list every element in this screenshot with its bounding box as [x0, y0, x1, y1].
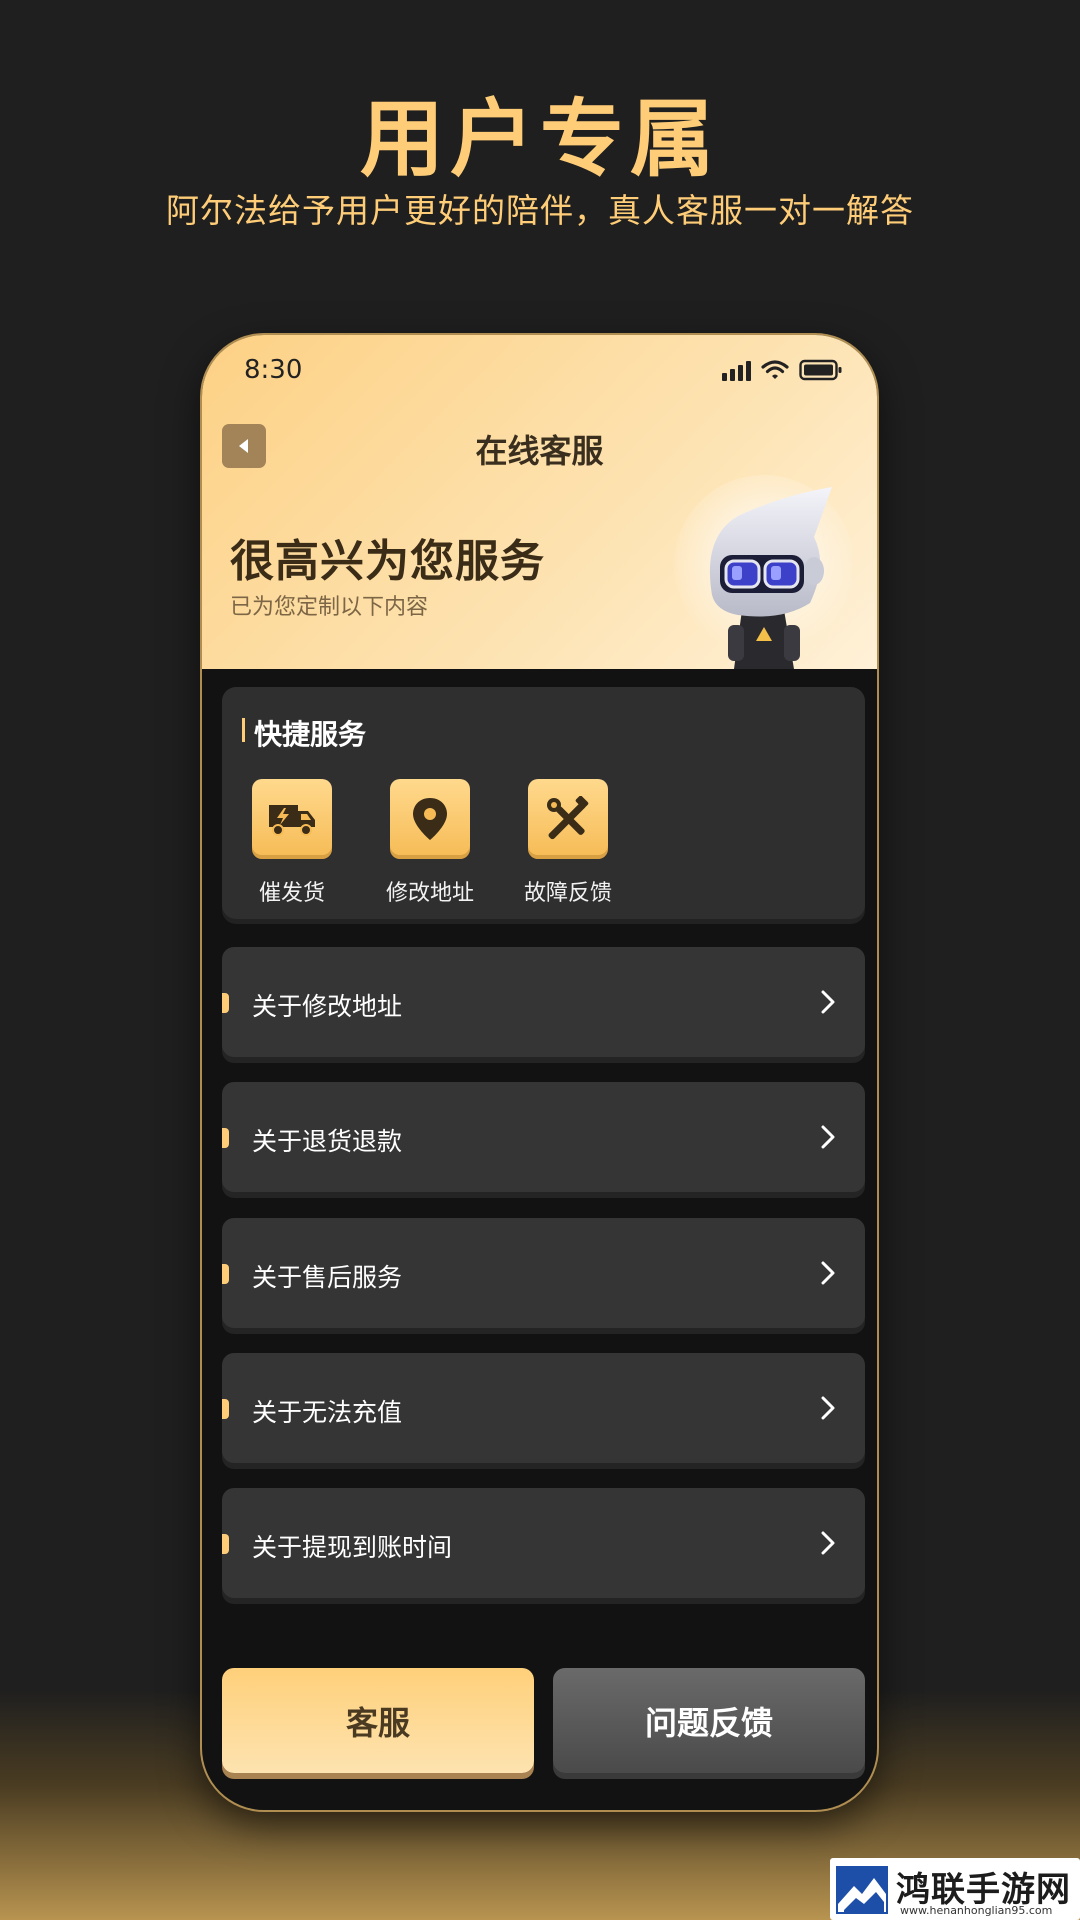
feedback-button[interactable]: 问题反馈: [553, 1668, 865, 1773]
watermark-url: www.henanhonglian95.com: [900, 1904, 1053, 1917]
faq-accent-bar: [222, 1128, 229, 1148]
faq-item-label: 关于售后服务: [252, 1263, 403, 1292]
quick-services-card: 快捷服务 催发货 修改地址 故障反馈: [222, 687, 865, 919]
status-icons: [722, 357, 843, 381]
quick-action-label: 催发货: [258, 881, 325, 906]
watermark-logo-icon: [836, 1866, 888, 1914]
faq-item-label: 关于无法充值: [252, 1398, 403, 1427]
faq-accent-bar: [222, 1399, 229, 1419]
welcome-title: 很高兴为您服务: [230, 536, 545, 587]
signal-icon: [722, 361, 751, 381]
faq-item-label: 关于修改地址: [252, 992, 403, 1021]
quick-action-label: 故障反馈: [523, 881, 612, 906]
status-time: 8:30: [244, 355, 303, 385]
welcome-subtitle: 已为您定制以下内容: [230, 595, 429, 620]
faq-item-label: 关于退货退款: [252, 1127, 403, 1156]
page-headline: 用户专属: [359, 90, 720, 188]
quick-action-change-address[interactable]: 修改地址: [380, 779, 480, 907]
quick-services-title: 快捷服务: [242, 713, 366, 753]
wifi-icon: [761, 359, 789, 381]
faq-accent-bar: [222, 1264, 229, 1284]
faq-item-withdrawal-time[interactable]: 关于提现到账时间: [222, 1488, 865, 1598]
site-watermark: 鸿联手游网 www.henanhonglian95.com: [830, 1858, 1080, 1920]
faq-item-after-sales[interactable]: 关于售后服务: [222, 1218, 865, 1328]
tools-icon: [528, 779, 608, 859]
phone-mockup: 8:30 在线客服 很高兴为您服务 已为您定制以下内容 快捷服务 催发货 修改地…: [202, 335, 877, 1810]
chevron-right-icon: [821, 1396, 835, 1420]
faq-item-return-refund[interactable]: 关于退货退款: [222, 1082, 865, 1192]
faq-item-label: 关于提现到账时间: [252, 1533, 453, 1562]
quick-action-fault-feedback[interactable]: 故障反馈: [518, 779, 618, 907]
faq-accent-bar: [222, 993, 229, 1013]
faq-item-change-address[interactable]: 关于修改地址: [222, 947, 865, 1057]
robot-mascot-image: [674, 475, 852, 669]
chevron-right-icon: [821, 1261, 835, 1285]
location-pin-icon: [390, 779, 470, 859]
quick-action-urge-delivery[interactable]: 催发货: [242, 779, 342, 907]
hero-banner: 8:30 在线客服 很高兴为您服务 已为您定制以下内容: [202, 335, 877, 669]
chevron-right-icon: [821, 1125, 835, 1149]
nav-title: 在线客服: [475, 432, 604, 470]
customer-service-button[interactable]: 客服: [222, 1668, 534, 1773]
page-subheadline: 阿尔法给予用户更好的陪伴，真人客服一对一解答: [166, 191, 914, 230]
chevron-right-icon: [821, 1531, 835, 1555]
delivery-truck-icon: [252, 779, 332, 859]
faq-accent-bar: [222, 1534, 229, 1554]
chevron-right-icon: [821, 990, 835, 1014]
faq-item-recharge-failure[interactable]: 关于无法充值: [222, 1353, 865, 1463]
quick-action-label: 修改地址: [385, 881, 474, 906]
battery-icon: [799, 359, 843, 381]
